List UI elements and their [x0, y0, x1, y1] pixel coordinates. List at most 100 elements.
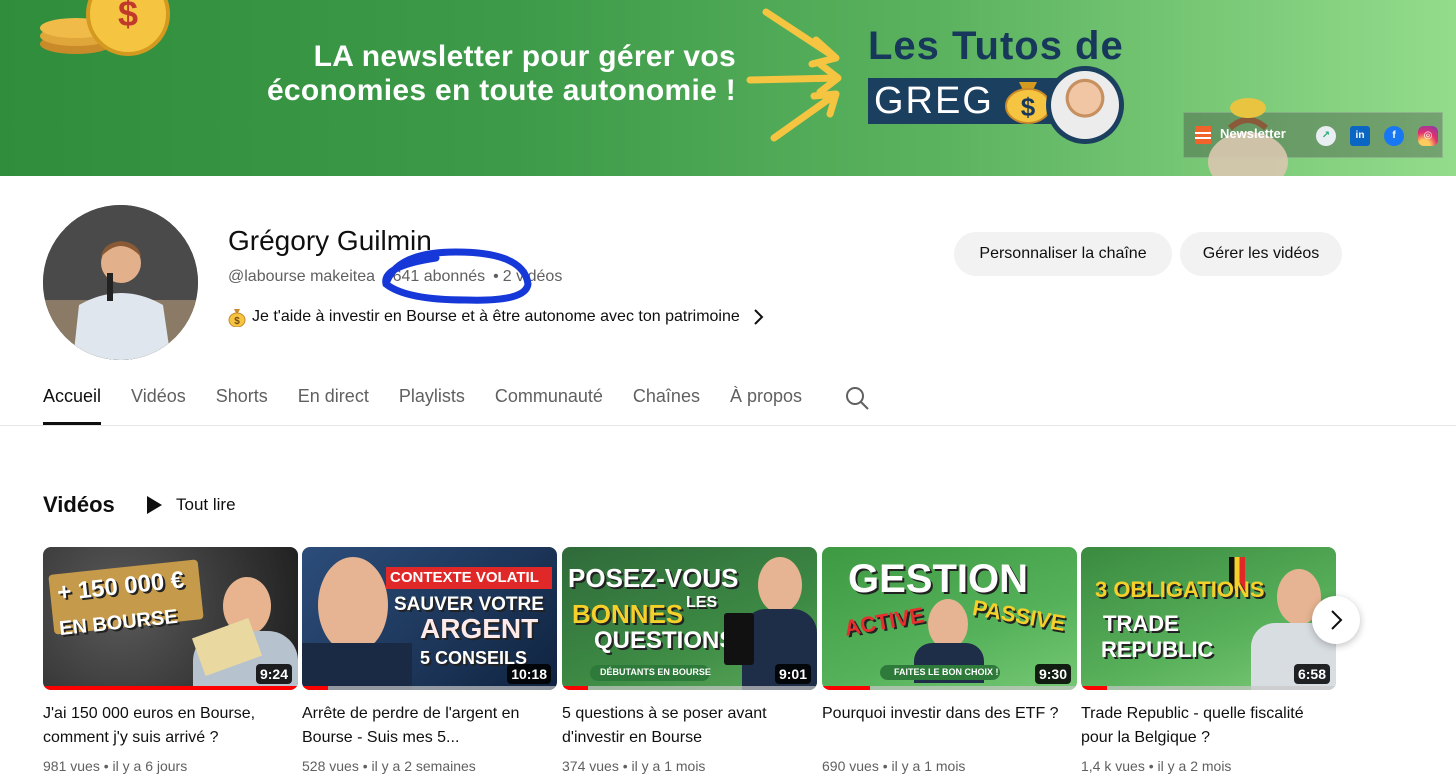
channel-avatar[interactable] [43, 205, 198, 360]
chevron-right-icon[interactable] [752, 308, 764, 326]
video-thumbnail[interactable]: POSEZ-VOUS LES BONNES QUESTIONS DÉBUTANT… [562, 547, 817, 690]
tab-shorts[interactable]: Shorts [216, 376, 268, 425]
play-all-label: Tout lire [176, 495, 236, 514]
thumb-text: TRADE [1103, 611, 1179, 636]
video-card[interactable]: POSEZ-VOUS LES BONNES QUESTIONS DÉBUTANT… [562, 547, 817, 774]
view-count: 528 vues [302, 758, 359, 774]
upload-age: il y a 2 mois [1157, 758, 1232, 774]
coins-graphic: $ [40, 0, 170, 56]
video-title[interactable]: Pourquoi investir dans des ETF ? [822, 702, 1077, 750]
svg-text:$: $ [234, 316, 240, 327]
watch-progress [1081, 686, 1107, 690]
video-thumbnail[interactable]: GESTION ACTIVE PASSIVE FAITES LE BON CHO… [822, 547, 1077, 690]
video-count: 2 vidéos [502, 268, 563, 285]
thumb-text: QUESTIONS [594, 627, 736, 654]
channel-meta: @labourse makeitea • 641 abonnés • 2 vidéos [228, 268, 563, 285]
subscriber-count: 641 abonnés [392, 268, 486, 285]
watch-progress [302, 686, 328, 690]
tab-communaute[interactable]: Communauté [495, 376, 603, 425]
channel-banner: $ LA newsletter pour gérer vos économies… [0, 0, 1456, 176]
newsletter-icon [1195, 126, 1211, 144]
video-duration: 9:01 [774, 664, 811, 684]
thumb-text: PASSIVE [970, 595, 1068, 636]
video-card[interactable]: CONTEXTE VOLATIL SAUVER VOTRE ARGENT 5 C… [302, 547, 557, 774]
tabs-divider [0, 425, 1456, 426]
svg-text:$: $ [118, 0, 138, 34]
video-meta: 528 vues • il y a 2 semaines [302, 758, 476, 774]
newsletter-link[interactable]: Newsletter [1220, 126, 1286, 141]
section-title: Vidéos [43, 492, 115, 517]
video-meta: 374 vues • il y a 1 mois [562, 758, 706, 774]
thumb-text: CONTEXTE VOLATIL [390, 569, 539, 586]
description-text: Je t'aide à investir en Bourse et à être… [252, 308, 740, 325]
thumb-text: LES [686, 594, 718, 611]
chart-icon[interactable]: ↗ [1316, 126, 1336, 146]
tab-a-propos[interactable]: À propos [730, 376, 802, 425]
svg-text:$: $ [1021, 92, 1036, 122]
video-title[interactable]: Arrête de perdre de l'argent en Bourse -… [302, 702, 557, 750]
thumb-text: FAITES LE BON CHOIX ! [894, 667, 999, 677]
video-duration: 9:24 [255, 664, 292, 684]
video-title[interactable]: 5 questions à se poser avant d'investir … [562, 702, 817, 750]
instagram-icon[interactable]: ◎ [1418, 126, 1438, 146]
play-all-button[interactable]: Tout lire [144, 494, 236, 516]
tab-playlists[interactable]: Playlists [399, 376, 465, 425]
upload-age: il y a 1 mois [891, 758, 966, 774]
watch-progress [43, 686, 298, 690]
tab-chaines[interactable]: Chaînes [633, 376, 700, 425]
play-icon [147, 496, 162, 514]
channel-name: Grégory Guilmin [228, 225, 432, 256]
customize-channel-button[interactable]: Personnaliser la chaîne [954, 232, 1172, 276]
video-thumbnail[interactable]: 3 OBLIGATIONS TRADE REPUBLIC 6:58 [1081, 547, 1336, 690]
video-meta: 1,4 k vues • il y a 2 mois [1081, 758, 1232, 774]
upload-age: il y a 1 mois [631, 758, 706, 774]
video-card[interactable]: + 150 000 € EN BOURSE 9:24 J'ai 150 000 … [43, 547, 298, 774]
banner-tagline: LA newsletter pour gérer vos économies e… [236, 40, 736, 108]
thumb-text: REPUBLIC [1101, 637, 1214, 662]
channel-description[interactable]: $ Je t'aide à investir en Bourse et à êt… [228, 307, 764, 327]
tab-accueil[interactable]: Accueil [43, 376, 102, 425]
video-duration: 9:30 [1034, 664, 1071, 684]
video-meta: 690 vues • il y a 1 mois [822, 758, 966, 774]
video-thumbnail[interactable]: CONTEXTE VOLATIL SAUVER VOTRE ARGENT 5 C… [302, 547, 557, 690]
thumb-text: DÉBUTANTS EN BOURSE [600, 667, 711, 677]
channel-handle: @labourse makeitea [228, 268, 375, 285]
search-icon[interactable] [844, 385, 870, 411]
watch-progress [562, 686, 588, 690]
video-duration: 10:18 [507, 664, 551, 684]
video-title[interactable]: Trade Republic - quelle fiscalité pour l… [1081, 702, 1336, 750]
facebook-icon[interactable]: f [1384, 126, 1404, 146]
tab-videos[interactable]: Vidéos [131, 376, 186, 425]
upload-age: il y a 6 jours [112, 758, 188, 774]
brand-title: Les Tutos de [868, 24, 1124, 68]
video-card[interactable]: GESTION ACTIVE PASSIVE FAITES LE BON CHO… [822, 547, 1077, 774]
channel-tabs: Accueil Vidéos Shorts En direct Playlist… [43, 376, 870, 426]
chevron-right-icon [1331, 610, 1343, 630]
thumb-text: POSEZ-VOUS [568, 563, 739, 593]
carousel-next-button[interactable] [1312, 596, 1360, 644]
thumb-text: BONNES [572, 599, 684, 629]
thumb-text: ARGENT [420, 613, 539, 644]
tab-en-direct[interactable]: En direct [298, 376, 369, 425]
thumb-text: GESTION [848, 557, 1029, 601]
video-duration: 6:58 [1293, 664, 1330, 684]
view-count: 690 vues [822, 758, 879, 774]
upload-age: il y a 2 semaines [371, 758, 476, 774]
video-meta: 981 vues • il y a 6 jours [43, 758, 188, 774]
video-card[interactable]: 3 OBLIGATIONS TRADE REPUBLIC 6:58 Trade … [1081, 547, 1336, 774]
money-bag-icon: $ [228, 309, 246, 327]
view-count: 981 vues [43, 758, 100, 774]
watch-progress [822, 686, 871, 690]
video-title[interactable]: J'ai 150 000 euros en Bourse, comment j'… [43, 702, 298, 750]
tagline-line-2: économies en toute autonomie ! [266, 74, 736, 107]
view-count: 1,4 k vues [1081, 758, 1145, 774]
arrows-graphic [746, 8, 842, 142]
brand-avatar [1046, 66, 1124, 144]
view-count: 374 vues [562, 758, 619, 774]
tagline-line-1: LA newsletter pour gérer vos [313, 40, 736, 73]
thumb-text: ACTIVE [842, 602, 927, 641]
manage-videos-button[interactable]: Gérer les vidéos [1180, 232, 1342, 276]
video-thumbnail[interactable]: + 150 000 € EN BOURSE 9:24 [43, 547, 298, 690]
linkedin-icon[interactable]: in [1350, 126, 1370, 146]
thumb-text: 3 OBLIGATIONS [1095, 577, 1265, 602]
